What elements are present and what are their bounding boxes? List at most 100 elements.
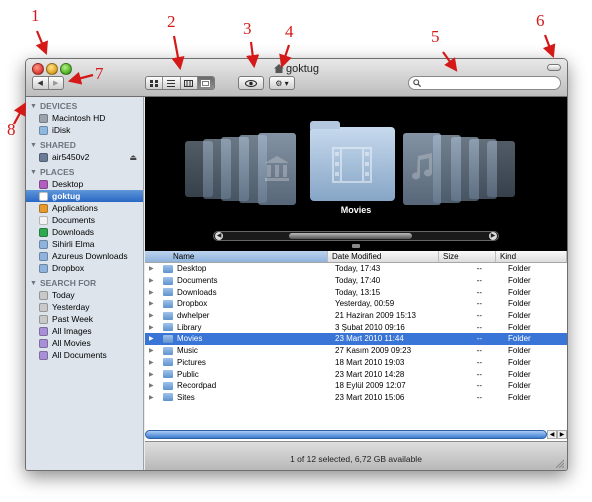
action-menu-button[interactable]: ⚙ ▾	[269, 76, 295, 90]
gear-icon: ⚙ ▾	[275, 78, 289, 88]
callout-1: 1	[31, 6, 40, 25]
sidebar-item-desktop[interactable]: Desktop	[26, 178, 143, 190]
table-row[interactable]: ▶ Recordpad 18 Eylül 2009 12:07 -- Folder	[145, 380, 567, 392]
coverflow-view-button[interactable]	[197, 77, 214, 89]
date-cell: Today, 13:15	[335, 287, 381, 297]
size-column-header[interactable]: Size	[439, 251, 496, 262]
coverflow-right-arrow[interactable]: ▶	[489, 232, 497, 240]
name-cell: ▶ Sites	[145, 393, 328, 402]
disclosure-triangle-icon[interactable]: ▼	[30, 280, 37, 287]
table-row[interactable]: ▶ Public 23 Mart 2010 14:28 -- Folder	[145, 368, 567, 380]
sidebar-item-past-week[interactable]: Past Week	[26, 313, 143, 325]
disclosure-triangle-icon[interactable]: ▶	[149, 359, 159, 366]
sidebar-item-idisk[interactable]: iDisk	[26, 124, 143, 136]
title-bar[interactable]: goktug ◀ ▶ ⚙ ▾	[26, 59, 567, 97]
disclosure-triangle-icon[interactable]: ▶	[149, 312, 159, 319]
folder-icon	[39, 263, 48, 273]
sidebar-item-downloads[interactable]: Downloads	[26, 226, 143, 238]
sidebar-item-all-documents[interactable]: All Documents	[26, 349, 143, 361]
coverflow-scrollbar[interactable]: ◀ ▶	[213, 231, 499, 241]
date-cell: 27 Kasım 2009 09:23	[335, 346, 412, 356]
sidebar-section-search-for[interactable]: ▼ SEARCH FOR	[26, 277, 143, 289]
coverflow-resize-handle[interactable]	[352, 244, 360, 248]
disclosure-triangle-icon[interactable]: ▶	[149, 382, 159, 389]
kind-column-header[interactable]: Kind	[496, 251, 567, 262]
table-row[interactable]: ▶ Desktop Today, 17:43 -- Folder	[145, 263, 567, 275]
sidebar-item-applications[interactable]: Applications	[26, 202, 143, 214]
sidebar-item-goktug[interactable]: goktug	[26, 190, 143, 202]
disclosure-triangle-icon[interactable]: ▶	[149, 347, 159, 354]
sidebar-item-yesterday[interactable]: Yesterday	[26, 301, 143, 313]
search-field[interactable]	[408, 76, 561, 90]
sidebar-section-shared[interactable]: ▼ SHARED	[26, 139, 143, 151]
arrow-6	[542, 34, 556, 59]
folder-icon	[163, 358, 173, 367]
sidebar-item-dropbox[interactable]: Dropbox	[26, 262, 143, 274]
sidebar-section-devices[interactable]: ▼ DEVICES	[26, 100, 143, 112]
table-row[interactable]: ▶ Downloads Today, 13:15 -- Folder	[145, 286, 567, 298]
disclosure-triangle-icon[interactable]: ▼	[30, 103, 37, 110]
coverflow-left-arrow[interactable]: ◀	[215, 232, 223, 240]
list-view-button[interactable]	[163, 77, 181, 89]
forward-button[interactable]: ▶	[49, 77, 64, 89]
toolbar-toggle-button[interactable]	[547, 64, 561, 71]
column-view-button[interactable]	[181, 77, 198, 89]
coverflow-folder[interactable]	[487, 141, 515, 197]
quick-look-button[interactable]	[238, 76, 264, 90]
scroll-right-arrow[interactable]: ▶	[557, 430, 567, 439]
back-forward-control: ◀ ▶	[32, 76, 64, 90]
sidebar-item-macintosh-hd[interactable]: Macintosh HD	[26, 112, 143, 124]
disclosure-triangle-icon[interactable]: ▶	[149, 289, 159, 296]
file-name: Sites	[177, 392, 195, 402]
table-row[interactable]: ▶ Dropbox Yesterday, 00:59 -- Folder	[145, 298, 567, 310]
folder-icon	[163, 370, 173, 379]
sidebar-item-all-images[interactable]: All Images	[26, 325, 143, 337]
table-row[interactable]: ▶ Sites 23 Mart 2010 15:06 -- Folder	[145, 392, 567, 404]
sidebar-item-all-movies[interactable]: All Movies	[26, 337, 143, 349]
coverflow-current-folder[interactable]	[310, 121, 395, 201]
disclosure-triangle-icon[interactable]: ▼	[30, 142, 37, 149]
date-cell: 23 Mart 2010 15:06	[335, 392, 405, 402]
scroll-left-arrow[interactable]: ◀	[547, 430, 557, 439]
disclosure-triangle-icon[interactable]: ▶	[149, 277, 159, 284]
sidebar-item-label: iDisk	[52, 125, 71, 135]
disclosure-triangle-icon[interactable]: ▶	[149, 335, 159, 342]
disclosure-triangle-icon[interactable]: ▶	[149, 371, 159, 378]
table-row[interactable]: ▶ Movies 23 Mart 2010 11:44 -- Folder	[145, 333, 567, 345]
name-column-header[interactable]: Name	[145, 251, 328, 262]
sidebar-item-sihirli-elma[interactable]: Sihirli Elma	[26, 238, 143, 250]
back-button[interactable]: ◀	[33, 77, 49, 89]
sidebar-section-places[interactable]: ▼ PLACES	[26, 166, 143, 178]
sidebar-item-azureus-downloads[interactable]: Azureus Downloads	[26, 250, 143, 262]
disclosure-triangle-icon[interactable]: ▼	[30, 169, 37, 176]
table-row[interactable]: ▶ Library 3 Şubat 2010 09:16 -- Folder	[145, 321, 567, 333]
search-input[interactable]	[424, 77, 544, 89]
disclosure-triangle-icon[interactable]: ▶	[149, 394, 159, 401]
table-row[interactable]: ▶ dwhelper 21 Haziran 2009 15:13 -- Folder	[145, 310, 567, 322]
icon-view-icon	[150, 79, 159, 87]
disclosure-triangle-icon[interactable]: ▶	[149, 265, 159, 272]
kind-cell: Folder	[508, 392, 531, 402]
kind-cell: Folder	[508, 264, 531, 274]
coverflow-folder[interactable]	[258, 133, 296, 205]
kind-cell: Folder	[508, 357, 531, 367]
film-icon	[332, 147, 372, 183]
sidebar-item-today[interactable]: Today	[26, 289, 143, 301]
cover-flow-view[interactable]: Movies ◀ ▶	[145, 97, 567, 251]
table-row[interactable]: ▶ Documents Today, 17:40 -- Folder	[145, 275, 567, 287]
status-text: 1 of 12 selected, 6,72 GB available	[290, 454, 422, 464]
disclosure-triangle-icon[interactable]: ▶	[149, 300, 159, 307]
eject-icon[interactable]: ⏏	[129, 153, 137, 162]
sidebar-section-title: DEVICES	[39, 101, 78, 111]
disclosure-triangle-icon[interactable]: ▶	[149, 324, 159, 331]
table-row[interactable]: ▶ Pictures 18 Mart 2010 19:03 -- Folder	[145, 357, 567, 369]
coverflow-scroll-thumb[interactable]	[289, 233, 412, 239]
resize-grip-icon[interactable]	[554, 458, 564, 468]
horizontal-scrollbar[interactable]	[145, 430, 547, 439]
sidebar-item-documents[interactable]: Documents	[26, 214, 143, 226]
icon-view-button[interactable]	[146, 77, 164, 89]
table-row[interactable]: ▶ Music 27 Kasım 2009 09:23 -- Folder	[145, 345, 567, 357]
eye-icon	[245, 79, 257, 87]
sidebar-item-air5450v2[interactable]: air5450v2 ⏏	[26, 151, 143, 163]
date-column-header[interactable]: Date Modified	[328, 251, 439, 262]
